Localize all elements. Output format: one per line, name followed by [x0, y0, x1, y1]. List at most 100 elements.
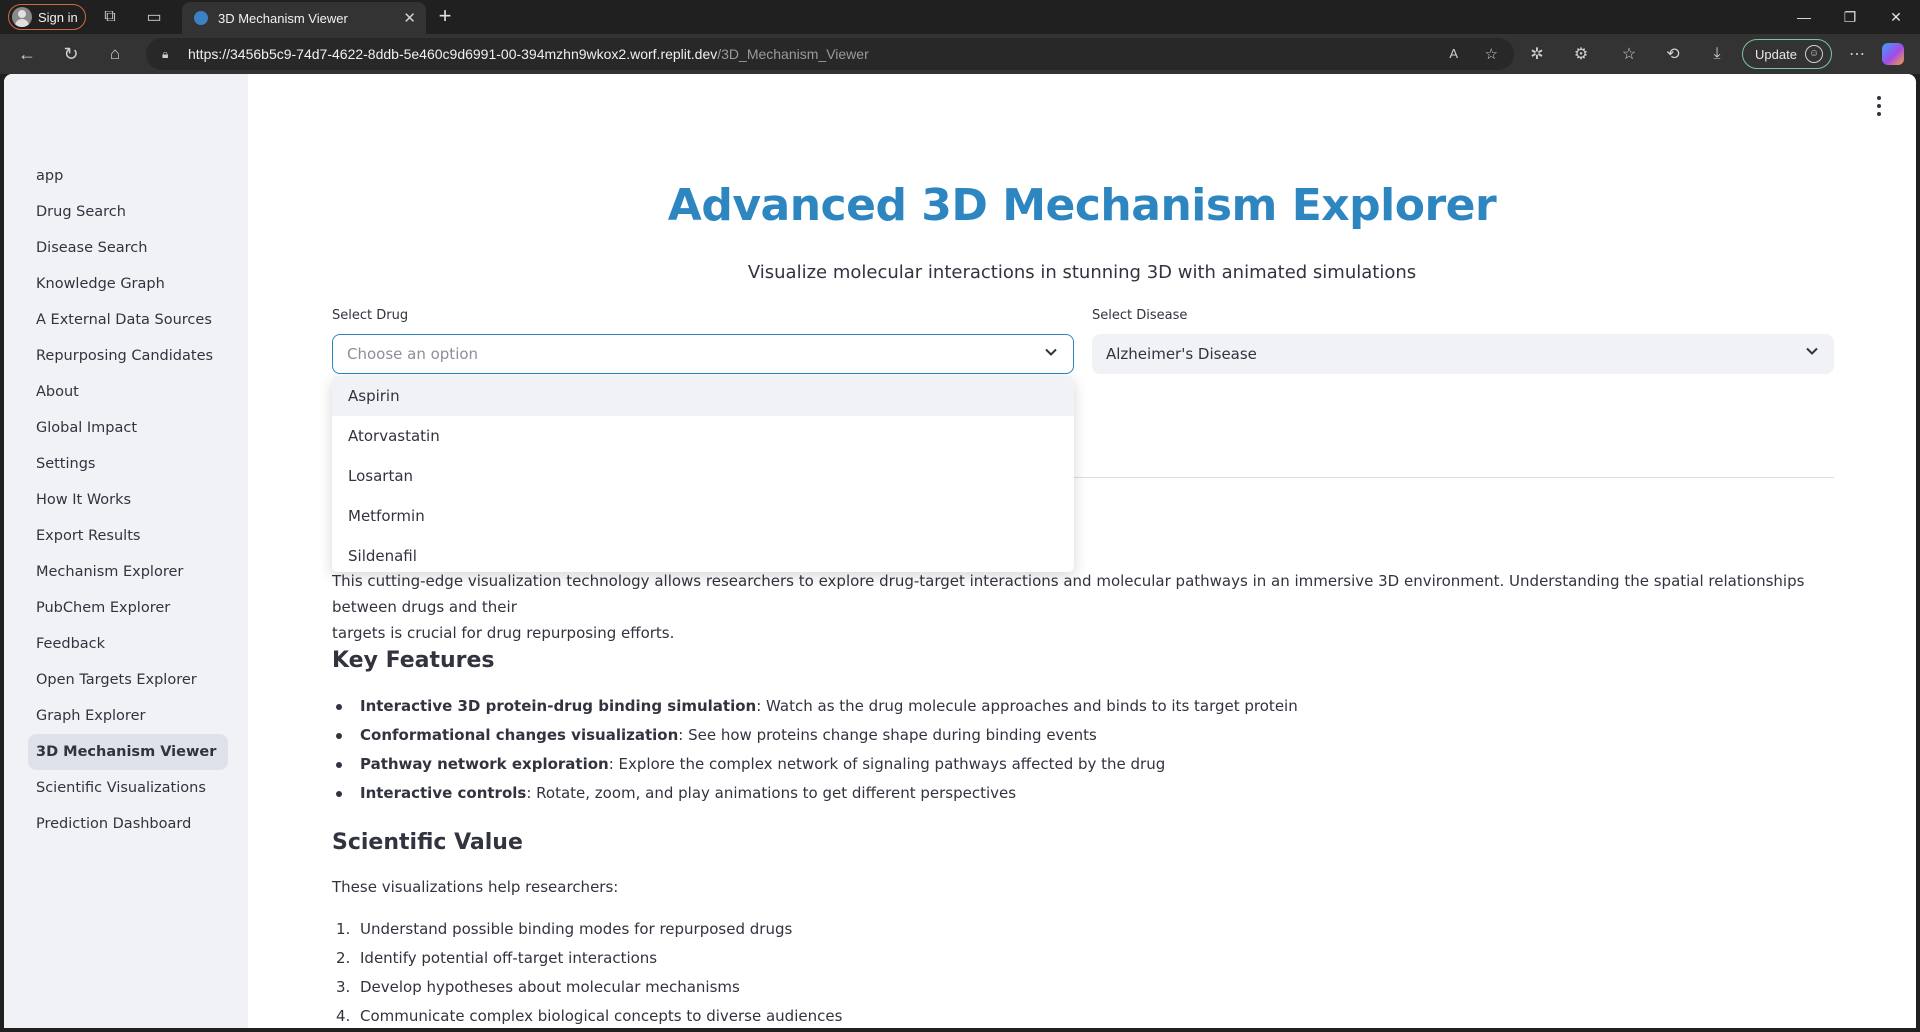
list-number: 4. [336, 1007, 351, 1025]
sidebar-item-scientific-visualizations[interactable]: Scientific Visualizations [28, 770, 228, 806]
sidebar-nav: app Drug Search Disease Search Knowledge Gr… [28, 158, 228, 842]
refresh-icon[interactable]: ↻ [60, 44, 82, 64]
tab-title: 3D Mechanism Viewer [218, 10, 348, 26]
main-menu-icon[interactable] [1876, 96, 1882, 116]
disease-select[interactable]: Alzheimer's Disease [1092, 334, 1834, 374]
drug-option-losartan[interactable]: Losartan [332, 456, 1074, 496]
sidebar-item-knowledge-graph[interactable]: Knowledge Graph [28, 266, 228, 302]
sidebar-item-prediction-dashboard[interactable]: Prediction Dashboard [28, 806, 228, 842]
value-text: Understand possible binding modes for re… [360, 920, 793, 938]
key-features-heading: Key Features [332, 648, 495, 673]
feature-name: Interactive 3D protein-drug binding simu… [360, 697, 757, 715]
feature-description: : Watch as the drug molecule approaches … [756, 697, 1298, 715]
list-item: 1. Understand possible binding modes for … [332, 915, 1732, 944]
favorites-icon[interactable]: ☆ [1618, 44, 1640, 64]
sidebar-item-open-targets-explorer[interactable]: Open Targets Explorer [28, 662, 228, 698]
drug-option-aspirin[interactable]: Aspirin [332, 376, 1074, 416]
address-bar[interactable]: 🔒︎ https://3456b5c9-74d7-4622-8ddb-5e460… [146, 38, 1514, 70]
close-tab-icon[interactable]: ✕ [403, 9, 416, 27]
intro-line: This cutting-edge visualization technolo… [332, 572, 1805, 616]
feature-description: : Rotate, zoom, and play animations to g… [526, 784, 1017, 802]
downloads-icon[interactable]: ⤓ [1706, 44, 1728, 64]
history-icon[interactable]: ⟲ [1662, 44, 1684, 64]
key-features-list: Interactive 3D protein-drug binding simu… [332, 692, 1732, 808]
list-number: 3. [336, 978, 351, 996]
new-tab-button[interactable]: + [432, 4, 458, 30]
list-item: 4. Communicate complex biological concept… [332, 1002, 1732, 1028]
sidebar-item-pubchem-explorer[interactable]: PubChem Explorer [28, 590, 228, 626]
update-button[interactable]: Update ☺ [1742, 39, 1832, 69]
bullet-icon [336, 704, 342, 710]
page-title: Advanced 3D Mechanism Explorer [667, 180, 1497, 231]
intro-line: targets is crucial for drug repurposing … [332, 624, 675, 642]
drug-select-label: Select Drug [332, 308, 409, 323]
read-aloud-icon[interactable]: A [1449, 46, 1458, 61]
list-item: 2. Identify potential off-target interact… [332, 944, 1732, 973]
profile-avatar-icon [12, 7, 32, 27]
list-item: Interactive 3D protein-drug binding simu… [332, 692, 1732, 721]
sidebar-item-export-results[interactable]: Export Results [28, 518, 228, 554]
list-item: Conformational changes visualization: Se… [332, 721, 1732, 750]
sidebar: app Drug Search Disease Search Knowledge Gr… [4, 74, 248, 1028]
disease-select-label: Select Disease [1092, 308, 1188, 323]
disease-select-value: Alzheimer's Disease [1106, 345, 1257, 363]
value-text: Develop hypotheses about molecular mecha… [360, 978, 740, 996]
back-arrow-icon[interactable]: ← [16, 44, 38, 64]
home-icon[interactable]: ⌂ [104, 44, 126, 64]
list-number: 2. [336, 949, 351, 967]
bullet-icon [336, 762, 342, 768]
close-window-button[interactable]: ✕ [1874, 4, 1918, 30]
sidebar-item-drug-search[interactable]: Drug Search [28, 194, 228, 230]
list-item: 3. Develop hypotheses about molecular mec… [332, 973, 1732, 1002]
page-subtitle: Visualize molecular interactions in stun… [747, 262, 1417, 283]
scientific-value-heading: Scientific Value [332, 830, 523, 855]
sidebar-item-mechanism-explorer[interactable]: Mechanism Explorer [28, 554, 228, 590]
list-item: Pathway network exploration: Explore the… [332, 750, 1732, 779]
scientific-value-intro: These visualizations help researchers: [332, 878, 619, 896]
sidebar-item-3d-mechanism-viewer[interactable]: 3D Mechanism Viewer [28, 734, 228, 770]
browser-toolbar: ← ↻ ⌂ 🔒︎ https://3456b5c9-74d7-4622-8ddb… [0, 34, 1920, 74]
sidebar-item-app[interactable]: app [28, 158, 228, 194]
drug-option-atorvastatin[interactable]: Atorvastatin [332, 416, 1074, 456]
favorite-star-icon[interactable]: ☆ [1485, 45, 1498, 63]
sign-in-label: Sign in [38, 9, 78, 25]
sidebar-item-disease-search[interactable]: Disease Search [28, 230, 228, 266]
bullet-icon [336, 733, 342, 739]
lock-icon[interactable]: 🔒︎ [162, 47, 176, 61]
sidebar-item-a-external-data-sources[interactable]: A External Data Sources [28, 302, 228, 338]
sidebar-item-how-it-works[interactable]: How It Works [28, 482, 228, 518]
sidebar-item-repurposing-candidates[interactable]: Repurposing Candidates [28, 338, 228, 374]
feature-description: : See how proteins change shape during b… [678, 726, 1097, 744]
sidebar-item-global-impact[interactable]: Global Impact [28, 410, 228, 446]
chevron-down-icon[interactable] [1043, 345, 1059, 361]
sidebar-item-settings[interactable]: Settings [28, 446, 228, 482]
copilot-sidebar-icon[interactable]: ✲ [1526, 44, 1548, 64]
url-path: /3D_Mechanism_Viewer [717, 46, 869, 62]
tab-actions-icon[interactable]: ▭ [144, 8, 164, 26]
sidebar-item-feedback[interactable]: Feedback [28, 626, 228, 662]
chevron-down-icon[interactable] [1804, 344, 1820, 360]
copilot-icon[interactable] [1882, 43, 1904, 65]
browser-tab-strip: Sign in ⧉ ▭ 3D Mechanism Viewer ✕ + — ❐ … [0, 0, 1920, 34]
list-item: Interactive controls: Rotate, zoom, and … [332, 779, 1732, 808]
minimize-window-button[interactable]: — [1782, 4, 1826, 30]
app-page: app Drug Search Disease Search Knowledge Gr… [4, 74, 1916, 1028]
browser-tab-active[interactable]: 3D Mechanism Viewer ✕ [182, 2, 426, 34]
feature-description: : Explore the complex network of signali… [608, 755, 1166, 773]
more-options-icon[interactable]: ⋯ [1846, 44, 1868, 64]
sidebar-item-graph-explorer[interactable]: Graph Explorer [28, 698, 228, 734]
sidebar-item-about[interactable]: About [28, 374, 228, 410]
drug-option-sildenafil[interactable]: Sildenafil [332, 536, 1074, 572]
tab-favicon-icon [194, 11, 208, 25]
feature-name: Conformational changes visualization [360, 726, 679, 744]
feature-name: Interactive controls [360, 784, 527, 802]
workspaces-icon[interactable]: ⧉ [100, 8, 120, 26]
main-content: Advanced 3D Mechanism Explorer Visualize… [332, 74, 1834, 1028]
sign-in-button[interactable]: Sign in [8, 4, 86, 30]
drug-option-metformin[interactable]: Metformin [332, 496, 1074, 536]
update-status-icon: ☺ [1804, 45, 1823, 63]
drug-select[interactable]: Choose an option [332, 334, 1074, 374]
extensions-icon[interactable]: ⚙ [1570, 44, 1592, 64]
drug-options-dropdown: Aspirin Atorvastatin Losartan Metformin Sild… [332, 376, 1074, 572]
restore-window-button[interactable]: ❐ [1828, 4, 1872, 30]
